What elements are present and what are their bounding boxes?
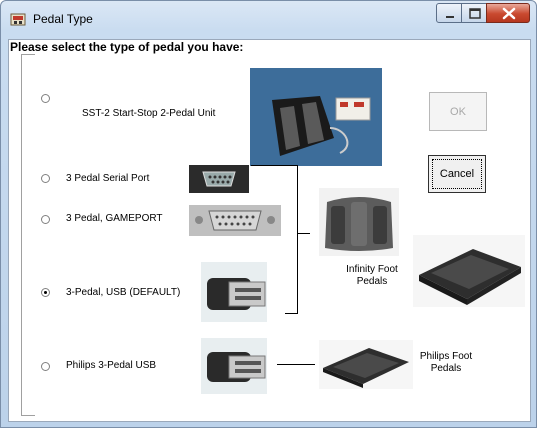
selection-prompt: Please select the type of pedal you have…: [10, 40, 244, 54]
cancel-button-label: Cancel: [439, 168, 475, 180]
connector-line-usb: [285, 313, 298, 314]
close-icon: [502, 7, 516, 20]
radio-philips-usb[interactable]: [41, 362, 50, 371]
infinity-foot-pedal-photo: [319, 188, 399, 256]
radio-serial[interactable]: [41, 174, 50, 183]
infinity-pedals-caption: Infinity Foot Pedals: [346, 264, 398, 287]
radio-sst2[interactable]: [41, 94, 50, 103]
title-bar[interactable]: Pedal Type: [1, 1, 536, 35]
pedal-app-icon: [10, 13, 26, 26]
connector-line-gameport: [297, 233, 310, 234]
serial-port-connector-photo: [189, 165, 249, 193]
maximize-button[interactable]: [461, 3, 487, 23]
philips-foot-pedal-photo: [319, 340, 413, 389]
connector-line-philips: [277, 364, 315, 365]
philips-foot-pedal-photo: [413, 235, 525, 307]
maximize-icon: [469, 8, 481, 19]
option-label-usb-default: 3-Pedal, USB (DEFAULT): [66, 287, 181, 298]
ok-button[interactable]: OK: [429, 92, 487, 131]
connector-line-serial: [251, 165, 298, 166]
sst2-pedal-unit-photo: [250, 68, 382, 166]
option-label-gameport: 3 Pedal, GAMEPORT: [66, 213, 163, 224]
minimize-button[interactable]: [436, 3, 462, 23]
ok-button-label: OK: [450, 105, 466, 118]
window-title: Pedal Type: [33, 12, 93, 26]
connector-bracket-vertical: [297, 165, 298, 314]
gameport-connector-photo: [189, 205, 281, 236]
minimize-icon: [446, 16, 454, 18]
radio-gameport[interactable]: [41, 215, 50, 224]
usb-connector-photo: [201, 338, 267, 394]
usb-connector-photo: [201, 262, 267, 322]
cancel-button[interactable]: Cancel: [428, 155, 486, 193]
philips-pedals-caption: Philips Foot Pedals: [419, 351, 473, 374]
radio-usb-default[interactable]: [41, 288, 50, 297]
close-button[interactable]: [486, 3, 530, 23]
option-label-serial: 3 Pedal Serial Port: [66, 173, 150, 184]
option-label-sst2: SST-2 Start-Stop 2-Pedal Unit: [82, 108, 216, 119]
options-group-box: [21, 54, 35, 416]
option-label-philips-usb: Philips 3-Pedal USB: [66, 360, 157, 371]
